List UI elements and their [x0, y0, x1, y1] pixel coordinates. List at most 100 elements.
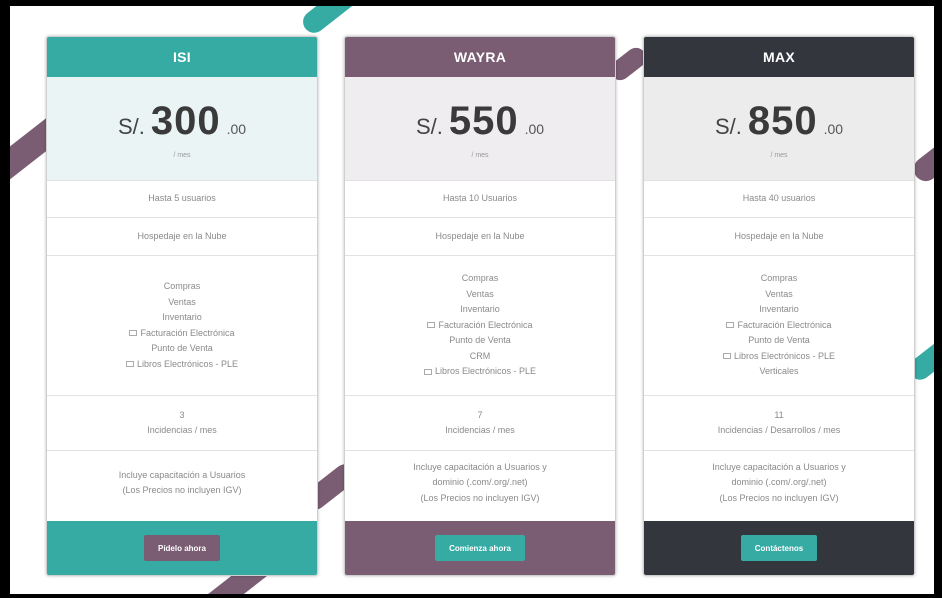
price-period: / mes [471, 151, 489, 159]
start-now-button[interactable]: Comienza ahora [435, 535, 525, 561]
module-item: Facturación Electrónica [737, 319, 832, 330]
price-cents: .00 [524, 120, 545, 137]
extra-line: Incluye capacitación a Usuarios y [413, 461, 547, 472]
module-item: Inventario [460, 304, 500, 315]
plan-header: WAYRA [345, 37, 615, 77]
checkbox-icon [722, 353, 731, 360]
module-item: Libros Electrónicos - PLE [434, 366, 537, 377]
incidents-row: 7 Incidencias / mes [345, 396, 615, 451]
checkbox-icon [423, 368, 432, 375]
incidents-count: 7 [477, 409, 483, 420]
module-item: Ventas [466, 288, 494, 299]
module-item: Compras [760, 273, 798, 284]
modules-row: Compras Ventas Inventario Facturación El… [345, 256, 615, 396]
hosting-row: Hospedaje en la Nube [644, 218, 914, 256]
module-item-with-icon: Libros Electrónicos - PLE [423, 364, 537, 380]
module-item: Punto de Venta [151, 343, 213, 353]
extra-line: dominio (.com/.org/.net) [432, 477, 528, 488]
users-text: Hasta 40 usuarios [742, 193, 816, 204]
plan-name: MAX [762, 49, 795, 65]
plan-name: WAYRA [453, 49, 507, 65]
extras-row: Incluye capacitación a Usuarios (Los Pre… [47, 451, 317, 515]
checkbox-icon [125, 361, 134, 368]
incidents-count: 3 [179, 409, 185, 420]
plan-header: ISI [47, 37, 317, 77]
hosting-text: Hospedaje en la Nube [435, 230, 525, 241]
extra-line: (Los Precios no incluyen IGV) [420, 492, 540, 503]
module-item: Inventario [759, 304, 799, 315]
module-item: Compras [461, 273, 499, 284]
hosting-row: Hospedaje en la Nube [345, 218, 615, 256]
incidents-row: 3 Incidencias / mes [47, 396, 317, 451]
module-item: Facturación Electrónica [140, 327, 235, 338]
checkbox-icon [427, 322, 436, 329]
plan-header: MAX [644, 37, 914, 77]
incidents-label: Incidencias / mes [147, 425, 217, 435]
contact-us-button[interactable]: Contáctenos [740, 535, 818, 561]
module-item: Punto de Venta [748, 335, 810, 346]
price-box: S/. 850 .00 / mes [644, 77, 914, 181]
module-item: Libros Electrónicos - PLE [733, 350, 836, 361]
plan-footer: Contáctenos [644, 521, 914, 575]
price-currency: S/. [714, 113, 742, 139]
checkbox-icon [129, 330, 138, 337]
module-item: CRM [469, 350, 491, 361]
plan-footer: Comienza ahora [345, 521, 615, 575]
extra-line: (Los Precios no incluyen IGV) [719, 492, 839, 503]
incidents-label: Incidencias / Desarrollos / mes [717, 425, 841, 435]
checkbox-icon [726, 322, 735, 329]
price-line: S/. 300 .00 [118, 99, 246, 144]
plan-card-max: MAX S/. 850 .00 / mes Hasta 40 usuarios … [643, 36, 915, 576]
hosting-text: Hospedaje en la Nube [734, 230, 824, 241]
module-item: Punto de Venta [449, 335, 511, 346]
module-item: Verticales [759, 366, 799, 377]
extras-row: Incluye capacitación a Usuarios y domini… [345, 451, 615, 515]
module-item: Ventas [168, 296, 196, 307]
price-amount: 850 [747, 98, 818, 143]
plan-card-wayra: WAYRA S/. 550 .00 / mes Hasta 10 Usuario… [344, 36, 616, 576]
hosting-row: Hospedaje en la Nube [47, 218, 317, 256]
price-line: S/. 550 .00 [416, 99, 544, 144]
price-box: S/. 550 .00 / mes [345, 77, 615, 181]
price-amount: 550 [448, 98, 519, 143]
module-item: Ventas [765, 288, 793, 299]
decor-stripe-teal-top [298, 6, 368, 38]
module-item: Libros Electrónicos - PLE [136, 358, 239, 369]
price-period: / mes [770, 151, 788, 159]
plan-footer: Pídelo ahora [47, 521, 317, 575]
users-row: Hasta 5 usuarios [47, 181, 317, 218]
incidents-label: Incidencias / mes [445, 425, 515, 435]
price-currency: S/. [415, 113, 443, 139]
module-item-with-icon: Libros Electrónicos - PLE [125, 357, 239, 373]
users-row: Hasta 40 usuarios [644, 181, 914, 218]
price-line: S/. 850 .00 [715, 99, 843, 144]
module-item-with-icon: Libros Electrónicos - PLE [722, 349, 836, 365]
extra-line: dominio (.com/.org/.net) [731, 477, 827, 488]
order-now-button[interactable]: Pídelo ahora [143, 535, 220, 561]
incidents-count: 11 [774, 409, 784, 420]
modules-row: Compras Ventas Inventario Facturación El… [644, 256, 914, 396]
users-row: Hasta 10 Usuarios [345, 181, 615, 218]
incidents-row: 11 Incidencias / Desarrollos / mes [644, 396, 914, 451]
module-item-with-icon: Facturación Electrónica [726, 318, 832, 334]
extras-row: Incluye capacitación a Usuarios y domini… [644, 451, 914, 515]
price-amount: 300 [150, 98, 221, 143]
price-box: S/. 300 .00 / mes [47, 77, 317, 181]
module-item: Inventario [162, 312, 202, 322]
modules-row: Compras Ventas Inventario Facturación El… [47, 256, 317, 396]
price-cents: .00 [823, 120, 844, 137]
module-item-with-icon: Facturación Electrónica [427, 318, 533, 334]
extra-line: Incluye capacitación a Usuarios y [712, 461, 846, 472]
users-text: Hasta 5 usuarios [148, 193, 216, 204]
plan-name: ISI [172, 49, 192, 65]
pricing-panel: ISI S/. 300 .00 / mes Hasta 5 usuarios H… [10, 6, 934, 594]
hosting-text: Hospedaje en la Nube [137, 230, 227, 241]
extra-line: (Los Precios no incluyen IGV) [122, 485, 242, 495]
module-item: Facturación Electrónica [438, 319, 533, 330]
module-item: Compras [163, 281, 201, 291]
price-currency: S/. [117, 113, 145, 139]
price-cents: .00 [226, 120, 247, 137]
users-text: Hasta 10 Usuarios [442, 193, 518, 204]
plan-card-isi: ISI S/. 300 .00 / mes Hasta 5 usuarios H… [46, 36, 318, 576]
module-item-with-icon: Facturación Electrónica [129, 326, 235, 342]
